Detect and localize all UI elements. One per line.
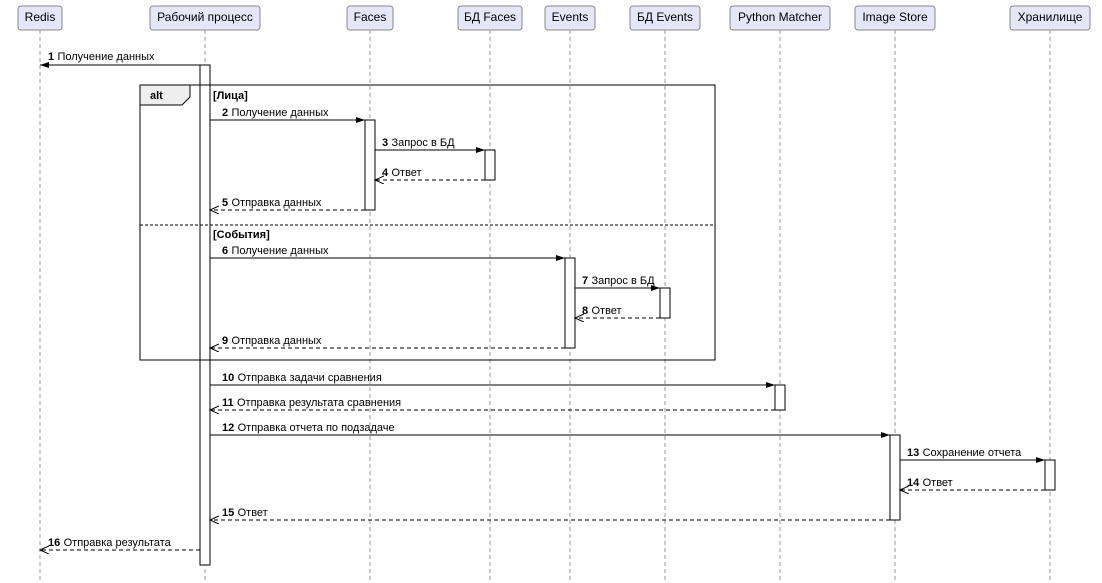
svg-text:[Лица]: [Лица] (213, 90, 248, 102)
participant-events: Events (545, 6, 595, 30)
participant-redis: Redis (18, 6, 62, 30)
svg-text:4 Ответ: 4 Ответ (382, 165, 422, 179)
svg-text:7 Запрос в БД: 7 Запрос в БД (582, 273, 655, 287)
participant-worker: Рабочий процесс (150, 6, 260, 30)
svg-text:Image Store: Image Store (862, 10, 928, 24)
message-3: 3 Запрос в БД (375, 135, 485, 150)
message-2: 2 Получение данных (210, 105, 365, 120)
participant-storage: Хранилище (1010, 6, 1090, 30)
svg-text:9 Отправка данных: 9 Отправка данных (222, 333, 322, 347)
alt-fragment: alt [Лица] [События] (140, 85, 715, 360)
activation-worker (200, 65, 210, 565)
participant-facesdb: БД Faces (458, 6, 522, 30)
svg-text:15 Ответ: 15 Ответ (222, 505, 268, 519)
activation-faces (365, 120, 375, 210)
message-4: 4 Ответ (375, 165, 485, 180)
message-10: 10 Отправка задачи сравнения (210, 370, 775, 385)
message-8: 8 Ответ (575, 303, 660, 318)
svg-text:8 Ответ: 8 Ответ (582, 303, 622, 317)
svg-text:[События]: [События] (213, 229, 270, 241)
svg-text:1 Получение данных: 1 Получение данных (48, 49, 155, 63)
sequence-diagram: Redis Рабочий процесс Faces БД Faces Eve… (0, 0, 1102, 583)
svg-text:5 Отправка данных: 5 Отправка данных (222, 195, 322, 209)
svg-text:Redis: Redis (25, 10, 56, 24)
svg-text:12 Отправка отчета по подзадач: 12 Отправка отчета по подзадаче (222, 420, 395, 434)
svg-text:16 Отправка результата: 16 Отправка результата (48, 535, 172, 549)
message-13: 13 Сохранение отчета (900, 445, 1045, 460)
svg-text:6 Получение данных: 6 Получение данных (222, 243, 329, 257)
svg-text:Events: Events (552, 10, 589, 24)
participant-eventsdb: БД Events (630, 6, 700, 30)
activation-imagestore (890, 435, 900, 520)
svg-text:14 Ответ: 14 Ответ (907, 475, 953, 489)
svg-text:Рабочий процесс: Рабочий процесс (157, 10, 253, 24)
svg-text:Python Matcher: Python Matcher (738, 10, 822, 24)
activation-facesdb (485, 150, 495, 180)
activation-storage (1045, 460, 1055, 490)
participant-faces: Faces (347, 6, 393, 30)
activation-events (565, 258, 575, 348)
svg-text:БД Faces: БД Faces (464, 10, 516, 24)
svg-text:alt: alt (150, 90, 163, 102)
message-12: 12 Отправка отчета по подзадаче (210, 420, 890, 435)
message-15: 15 Ответ (210, 505, 890, 520)
message-1: 1 Получение данных (40, 49, 200, 65)
svg-text:10 Отправка задачи сравнения: 10 Отправка задачи сравнения (222, 370, 382, 384)
message-5: 5 Отправка данных (210, 195, 365, 210)
message-6: 6 Получение данных (210, 243, 565, 258)
participant-imagestore: Image Store (855, 6, 935, 30)
svg-text:3 Запрос в БД: 3 Запрос в БД (382, 135, 455, 149)
message-16: 16 Отправка результата (40, 535, 200, 550)
activation-eventsdb (660, 288, 670, 318)
svg-text:13 Сохранение отчета: 13 Сохранение отчета (907, 445, 1022, 459)
svg-text:БД Events: БД Events (637, 10, 693, 24)
svg-text:Faces: Faces (354, 10, 387, 24)
svg-text:11 Отправка результата сравнен: 11 Отправка результата сравнения (222, 395, 401, 409)
participant-matcher: Python Matcher (730, 6, 830, 30)
message-14: 14 Ответ (900, 475, 1045, 490)
svg-text:Хранилище: Хранилище (1018, 10, 1083, 24)
message-11: 11 Отправка результата сравнения (210, 395, 775, 410)
activation-matcher (775, 385, 785, 410)
message-7: 7 Запрос в БД (575, 273, 660, 288)
message-9: 9 Отправка данных (210, 333, 565, 348)
svg-text:2 Получение данных: 2 Получение данных (222, 105, 329, 119)
